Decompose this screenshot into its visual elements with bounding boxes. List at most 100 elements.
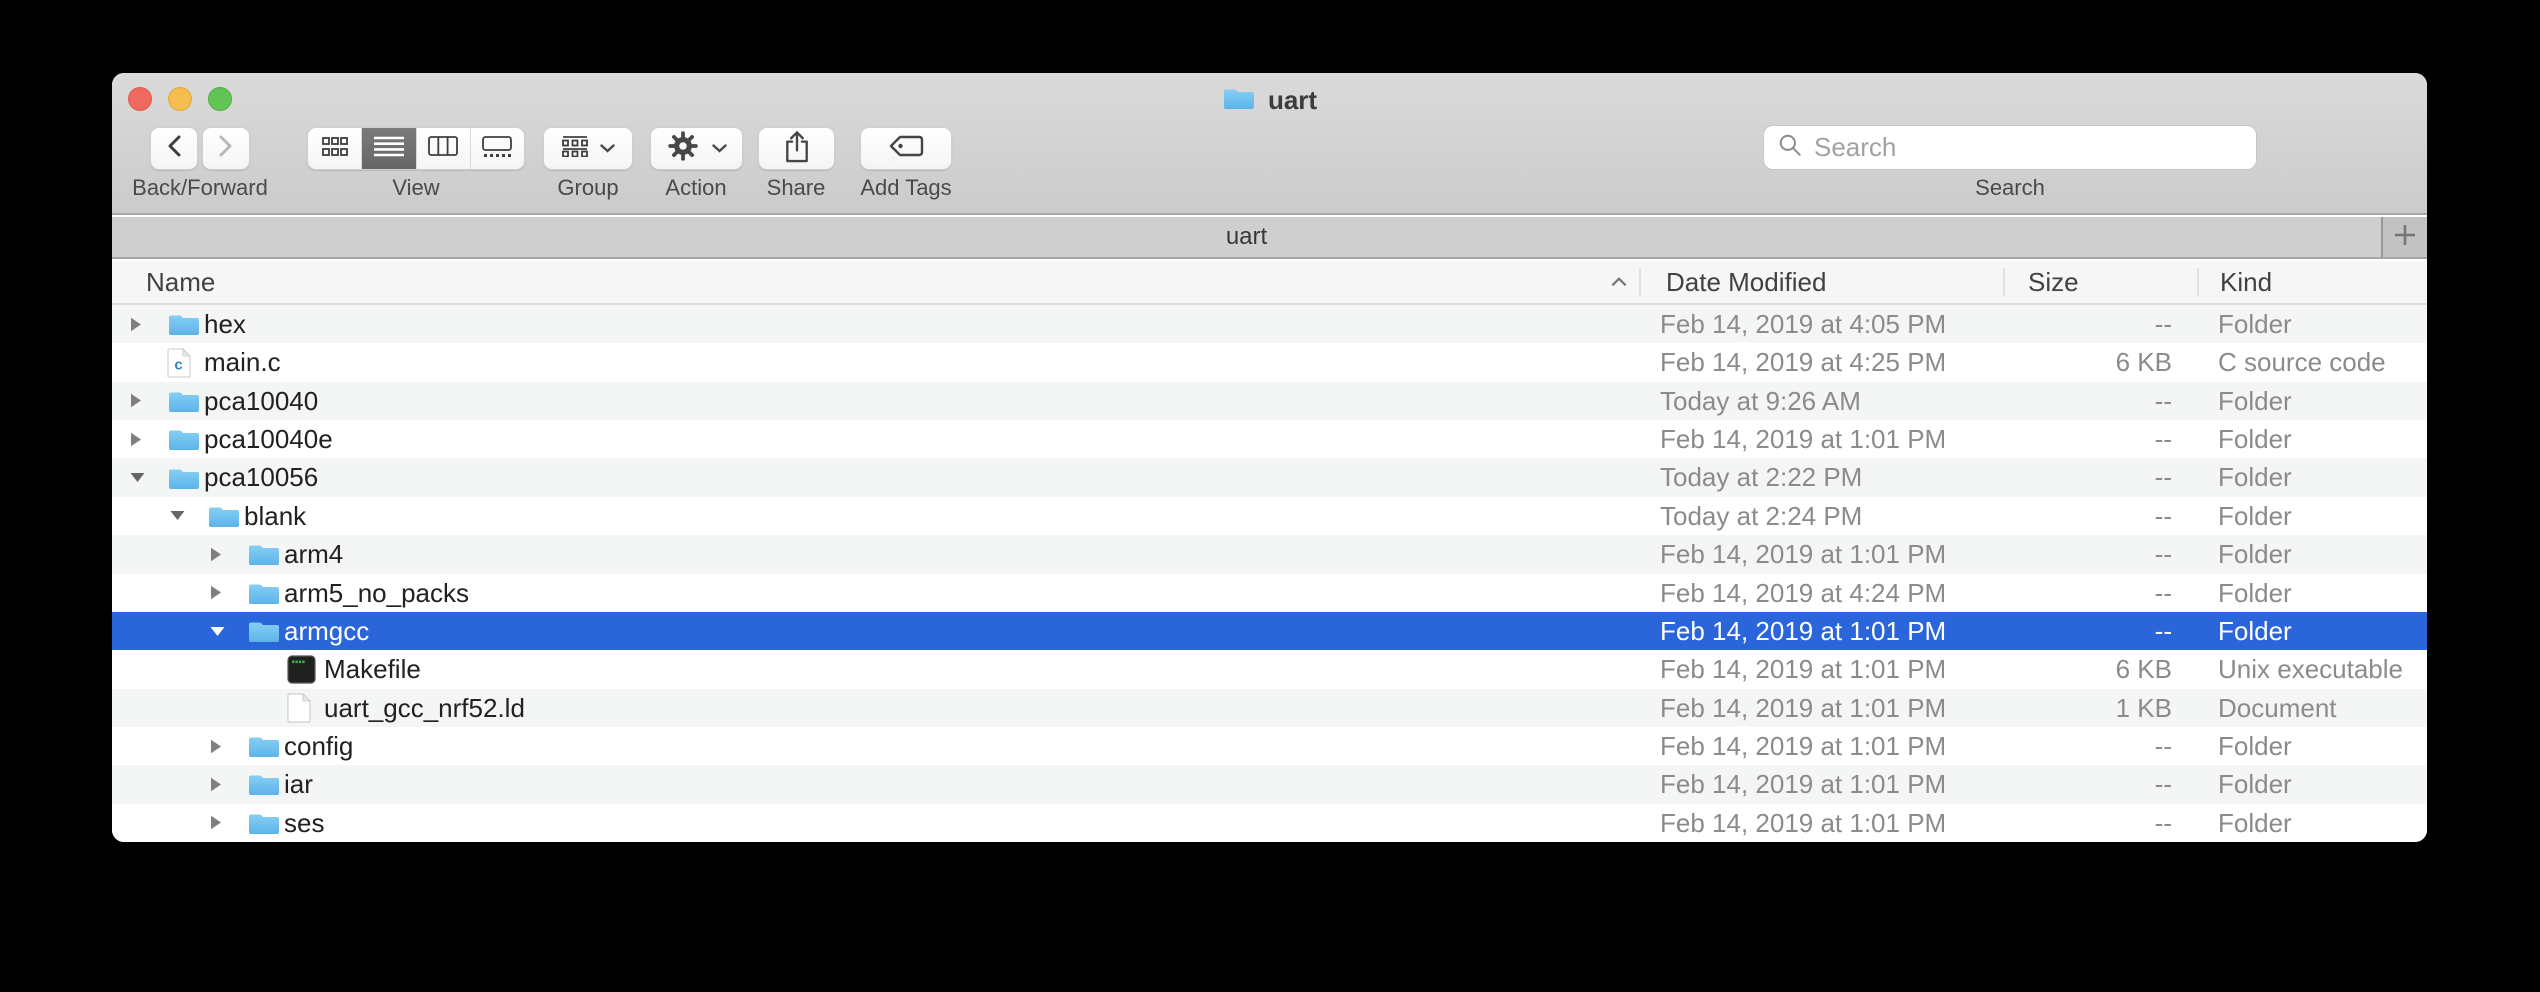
icon-view-button[interactable] [308, 128, 362, 169]
size-cell: -- [1972, 382, 2172, 420]
unix-executable-icon [287, 650, 323, 688]
gear-icon [666, 129, 700, 168]
disclosure-collapsed-icon[interactable] [130, 382, 152, 420]
view-segmented-control [307, 127, 525, 170]
file-name: ses [284, 804, 324, 842]
file-row[interactable]: MakefileFeb 14, 2019 at 1:01 PM6 KBUnix … [112, 650, 2427, 688]
column-divider[interactable] [2197, 268, 2199, 296]
forward-button[interactable] [202, 127, 250, 170]
size-cell: -- [1972, 420, 2172, 458]
file-row[interactable]: hexFeb 14, 2019 at 4:05 PM--Folder [112, 305, 2427, 343]
file-row[interactable]: cmain.cFeb 14, 2019 at 4:25 PM6 KBC sour… [112, 343, 2427, 381]
column-divider[interactable] [1639, 268, 1641, 296]
c-source-icon: c [167, 343, 203, 381]
tab-bar: uart [112, 217, 2427, 259]
file-name: pca10040 [204, 382, 318, 420]
file-row[interactable]: configFeb 14, 2019 at 1:01 PM--Folder [112, 727, 2427, 765]
column-header-date-modified[interactable]: Date Modified [1666, 261, 1826, 303]
file-row[interactable]: uart_gcc_nrf52.ldFeb 14, 2019 at 1:01 PM… [112, 689, 2427, 727]
disclosure-collapsed-icon[interactable] [210, 727, 232, 765]
column-view-icon [428, 136, 458, 161]
date-modified-cell: Feb 14, 2019 at 1:01 PM [1660, 727, 1946, 765]
folder-icon [207, 497, 243, 535]
back-button[interactable] [150, 127, 198, 170]
kind-cell: C source code [2218, 343, 2386, 381]
size-cell: -- [1972, 497, 2172, 535]
disclosure-expanded-icon[interactable] [210, 612, 232, 650]
search-input[interactable] [1812, 131, 2242, 164]
disclosure-collapsed-icon[interactable] [130, 420, 152, 458]
file-row[interactable]: arm4Feb 14, 2019 at 1:01 PM--Folder [112, 535, 2427, 573]
folder-icon [247, 535, 283, 573]
date-modified-cell: Today at 2:22 PM [1660, 458, 1862, 496]
group-grid-icon [562, 136, 588, 162]
kind-cell: Folder [2218, 420, 2292, 458]
search-field[interactable] [1763, 125, 2257, 170]
group-label: Group [557, 175, 618, 201]
file-row[interactable]: sesFeb 14, 2019 at 1:01 PM--Folder [112, 804, 2427, 842]
column-divider[interactable] [2003, 268, 2005, 296]
list-view-button[interactable] [362, 128, 416, 169]
file-name: iar [284, 765, 313, 803]
folder-icon [167, 305, 203, 343]
column-header-kind[interactable]: Kind [2220, 261, 2272, 303]
file-name: armgcc [284, 612, 369, 650]
date-modified-cell: Feb 14, 2019 at 1:01 PM [1660, 804, 1946, 842]
disclosure-collapsed-icon[interactable] [210, 765, 232, 803]
disclosure-expanded-icon[interactable] [130, 458, 152, 496]
file-name: arm5_no_packs [284, 574, 469, 612]
date-modified-cell: Today at 9:26 AM [1660, 382, 1861, 420]
kind-cell: Folder [2218, 497, 2292, 535]
kind-cell: Folder [2218, 612, 2292, 650]
file-row[interactable]: pca10040eFeb 14, 2019 at 1:01 PM--Folder [112, 420, 2427, 458]
window-chrome: uart Back/Forward [112, 73, 2427, 215]
new-tab-button[interactable] [2381, 217, 2427, 257]
title-bar: uart [112, 82, 2427, 118]
kind-cell: Document [2218, 689, 2337, 727]
disclosure-expanded-icon[interactable] [170, 497, 192, 535]
column-view-button[interactable] [417, 128, 471, 169]
kind-cell: Folder [2218, 458, 2292, 496]
add-tags-button[interactable] [860, 127, 952, 170]
size-cell: 1 KB [1972, 689, 2172, 727]
size-cell: -- [1972, 612, 2172, 650]
list-view-icon [374, 136, 404, 162]
group-button[interactable] [543, 127, 633, 170]
file-name: uart_gcc_nrf52.ld [324, 689, 525, 727]
share-button[interactable] [758, 127, 835, 170]
action-button[interactable] [650, 127, 743, 170]
date-modified-cell: Feb 14, 2019 at 1:01 PM [1660, 765, 1946, 803]
folder-icon [167, 420, 203, 458]
file-row[interactable]: armgccFeb 14, 2019 at 1:01 PM--Folder [112, 612, 2427, 650]
date-modified-cell: Feb 14, 2019 at 4:24 PM [1660, 574, 1946, 612]
disclosure-collapsed-icon[interactable] [210, 804, 232, 842]
action-label: Action [665, 175, 726, 201]
file-row[interactable]: iarFeb 14, 2019 at 1:01 PM--Folder [112, 765, 2427, 803]
file-row[interactable]: pca10056Today at 2:22 PM--Folder [112, 458, 2427, 496]
folder-icon [167, 382, 203, 420]
plus-icon [2394, 224, 2416, 251]
search-icon [1778, 133, 1802, 162]
size-cell: -- [1972, 458, 2172, 496]
column-header-size[interactable]: Size [2028, 261, 2079, 303]
folder-icon [247, 727, 283, 765]
folder-icon [167, 458, 203, 496]
date-modified-cell: Feb 14, 2019 at 1:01 PM [1660, 650, 1946, 688]
folder-icon [247, 574, 283, 612]
kind-cell: Folder [2218, 574, 2292, 612]
kind-cell: Folder [2218, 535, 2292, 573]
chevron-down-icon [712, 140, 727, 158]
file-row[interactable]: pca10040Today at 9:26 AM--Folder [112, 382, 2427, 420]
file-row[interactable]: blankToday at 2:24 PM--Folder [112, 497, 2427, 535]
column-header-row: Name Date Modified Size Kind [112, 261, 2427, 305]
column-header-name[interactable]: Name [146, 261, 215, 303]
size-cell: -- [1972, 727, 2172, 765]
tab-uart[interactable]: uart [112, 217, 2381, 257]
back-forward-label: Back/Forward [132, 175, 268, 201]
gallery-view-button[interactable] [471, 128, 524, 169]
disclosure-collapsed-icon[interactable] [210, 535, 232, 573]
disclosure-collapsed-icon[interactable] [210, 574, 232, 612]
disclosure-collapsed-icon[interactable] [130, 305, 152, 343]
file-list: hexFeb 14, 2019 at 4:05 PM--Foldercmain.… [112, 305, 2427, 842]
file-row[interactable]: arm5_no_packsFeb 14, 2019 at 4:24 PM--Fo… [112, 574, 2427, 612]
